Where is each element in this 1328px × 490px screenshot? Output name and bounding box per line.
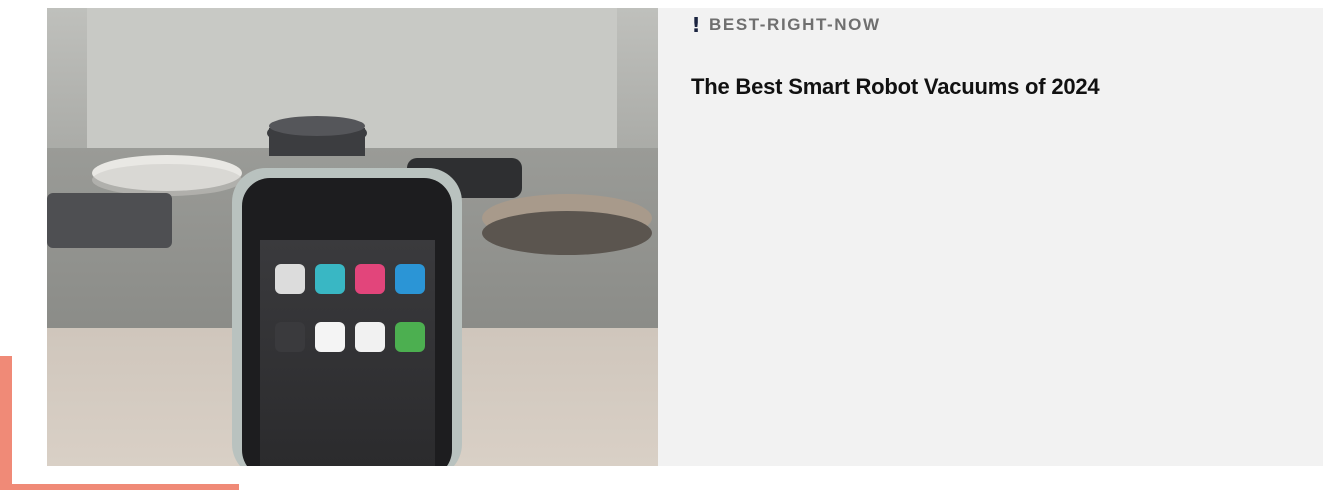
exclamation-icon: ! bbox=[691, 13, 701, 37]
article-text: ! BEST-RIGHT-NOW The Best Smart Robot Va… bbox=[691, 12, 1291, 100]
category-kicker[interactable]: ! BEST-RIGHT-NOW bbox=[691, 12, 1291, 38]
robot-vacuum-phone-photo bbox=[47, 8, 658, 466]
category-label: BEST-RIGHT-NOW bbox=[709, 15, 881, 34]
article-thumbnail[interactable] bbox=[47, 8, 658, 466]
article-title-link[interactable]: The Best Smart Robot Vacuums of 2024 bbox=[691, 74, 1100, 100]
